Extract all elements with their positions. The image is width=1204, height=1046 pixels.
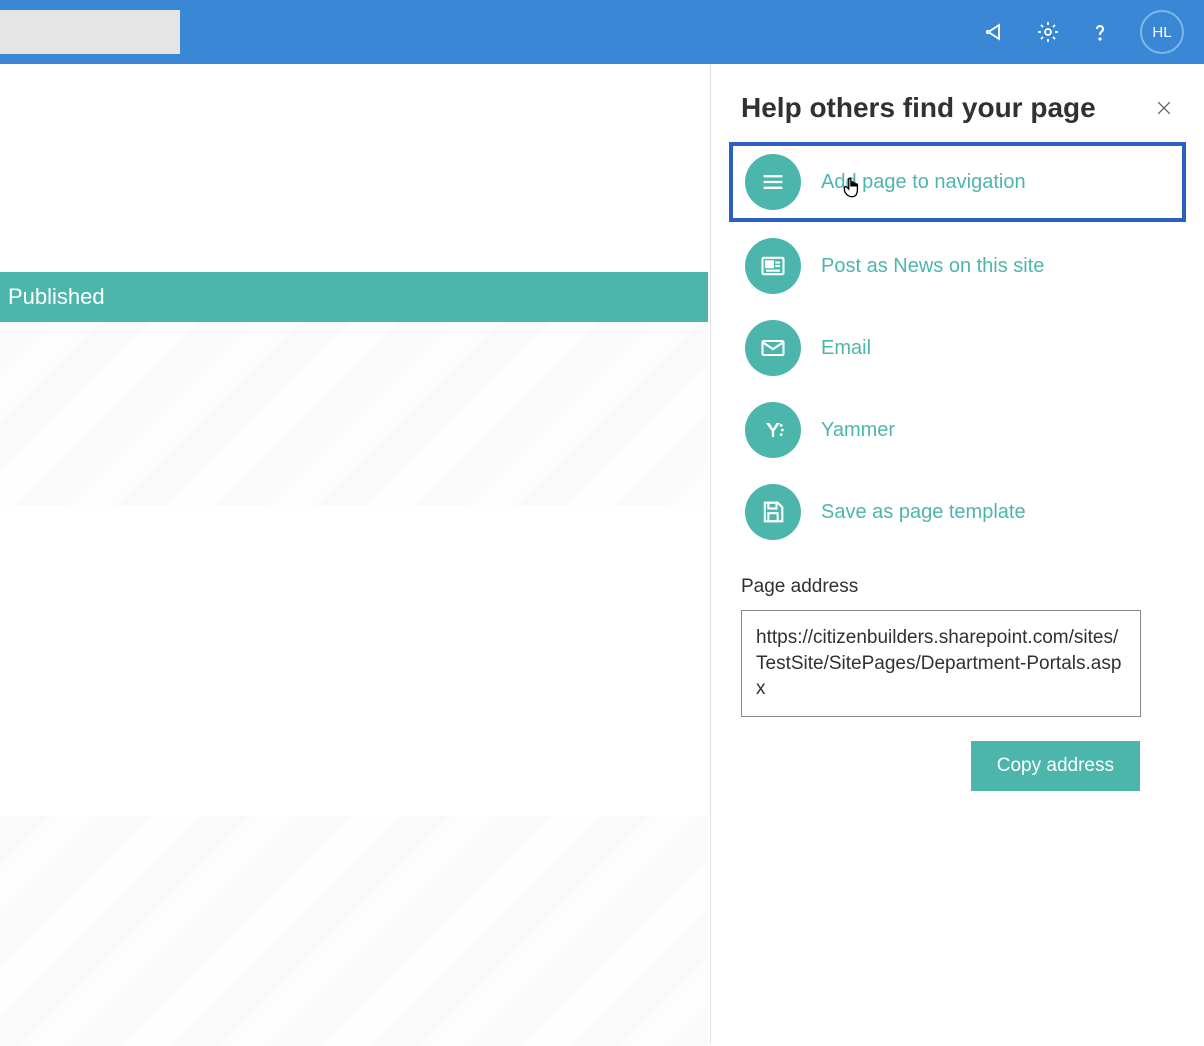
published-label: Published	[8, 284, 105, 310]
gear-icon[interactable]	[1036, 20, 1060, 44]
option-label: Yammer	[821, 419, 895, 442]
option-post-as-news[interactable]: Post as News on this site	[741, 230, 1174, 302]
background-pattern	[0, 816, 708, 1046]
option-save-template[interactable]: Save as page template	[741, 476, 1174, 548]
option-label: Save as page template	[821, 501, 1026, 524]
close-icon[interactable]	[1154, 98, 1174, 118]
top-right-icons: HL	[984, 10, 1184, 54]
page-area: Published	[0, 64, 708, 1044]
help-icon[interactable]	[1088, 20, 1112, 44]
top-bar: HL	[0, 0, 1204, 64]
app-launcher-placeholder[interactable]	[0, 10, 180, 54]
news-icon	[745, 238, 801, 294]
panel-title: Help others find your page	[741, 92, 1096, 124]
page-address-label: Page address	[741, 576, 1174, 598]
option-add-to-navigation[interactable]: Add page to navigation	[729, 142, 1186, 222]
email-icon	[745, 320, 801, 376]
published-banner: Published	[0, 272, 708, 322]
option-yammer[interactable]: Yammer	[741, 394, 1174, 466]
option-label: Email	[821, 337, 871, 360]
option-label: Add page to navigation	[821, 171, 1026, 194]
page-address-input[interactable]: https://citizenbuilders.sharepoint.com/s…	[741, 610, 1141, 717]
help-panel: Help others find your page Add page to n…	[710, 64, 1204, 1044]
save-icon	[745, 484, 801, 540]
option-email[interactable]: Email	[741, 312, 1174, 384]
background-pattern	[0, 322, 708, 506]
avatar-initials: HL	[1152, 24, 1171, 41]
hamburger-icon	[745, 154, 801, 210]
panel-header: Help others find your page	[741, 92, 1174, 124]
main-content: Published Help others find your page	[0, 64, 1204, 1044]
copy-address-button[interactable]: Copy address	[971, 741, 1140, 791]
option-label: Post as News on this site	[821, 255, 1044, 278]
megaphone-icon[interactable]	[984, 20, 1008, 44]
yammer-icon	[745, 402, 801, 458]
avatar[interactable]: HL	[1140, 10, 1184, 54]
